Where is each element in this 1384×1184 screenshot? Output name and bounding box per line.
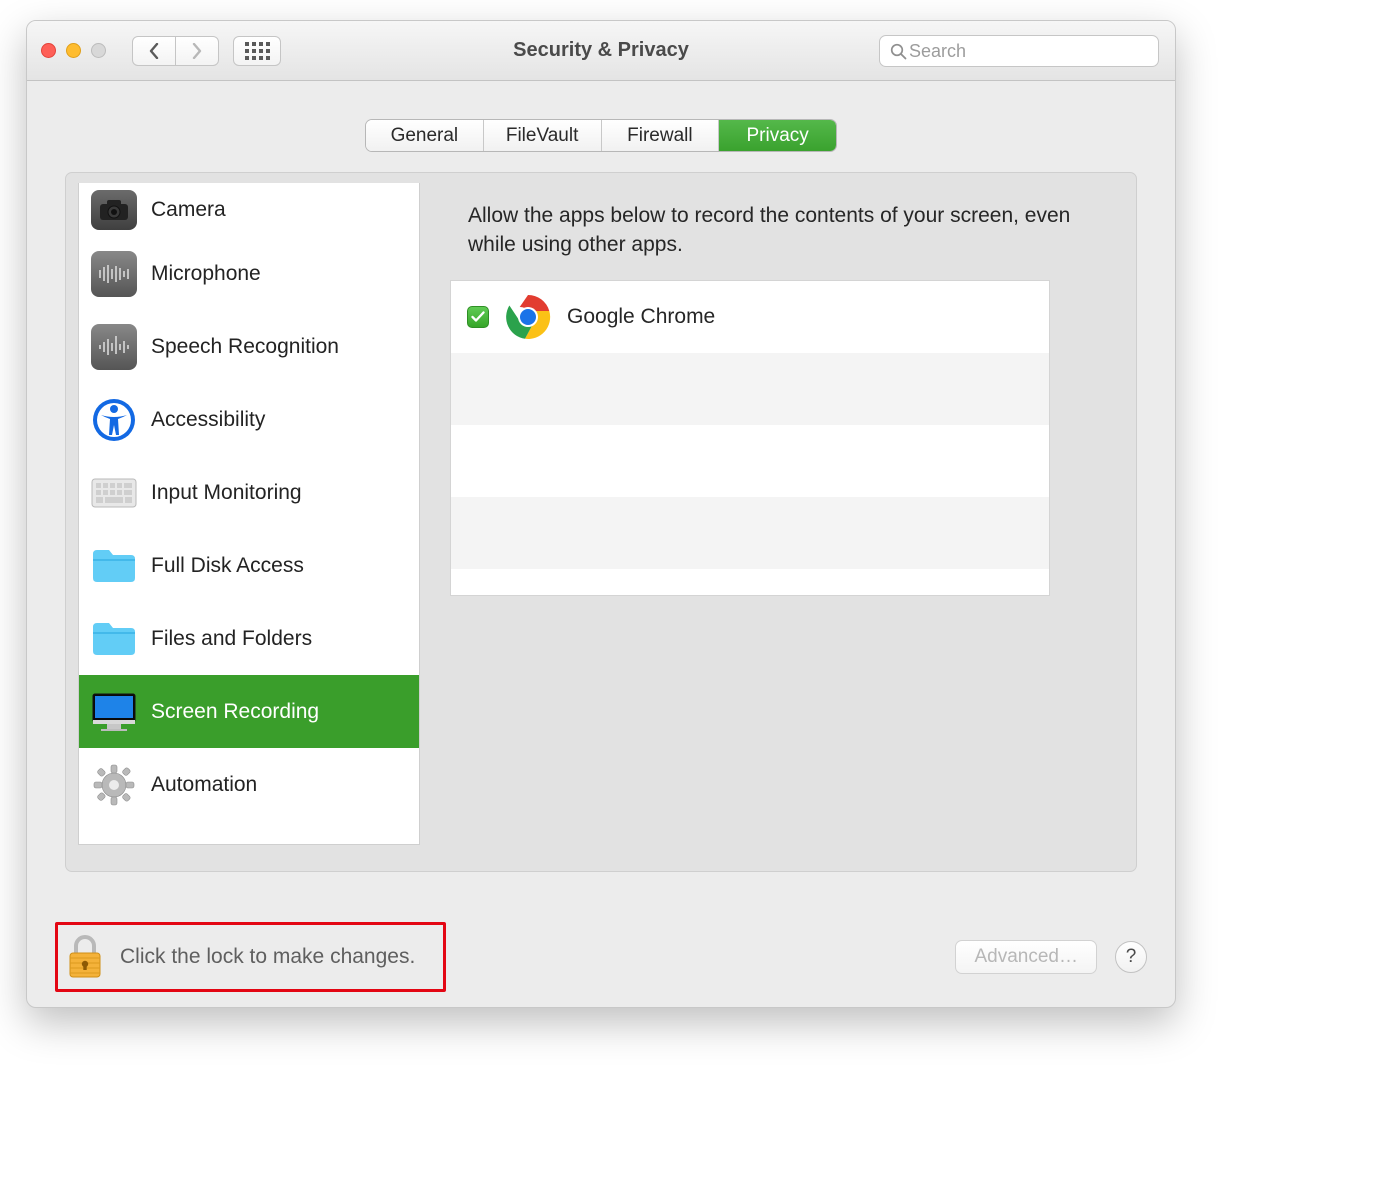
chevron-right-icon (192, 43, 202, 59)
privacy-category-list[interactable]: Camera Microphone (78, 183, 420, 845)
accessibility-icon (91, 397, 137, 443)
search-icon (890, 43, 907, 60)
sidebar-item-microphone[interactable]: Microphone (79, 237, 419, 310)
tab-privacy[interactable]: Privacy (719, 120, 836, 151)
titlebar: Security & Privacy (27, 21, 1175, 81)
sidebar-item-label: Screen Recording (151, 700, 319, 724)
sidebar-item-full-disk-access[interactable]: Full Disk Access (79, 529, 419, 602)
microphone-icon (91, 251, 137, 297)
lock-text: Click the lock to make changes. (120, 945, 415, 969)
search-field[interactable] (879, 35, 1159, 67)
detail-description: Allow the apps below to record the conte… (468, 201, 1106, 260)
sidebar-item-files-and-folders[interactable]: Files and Folders (79, 602, 419, 675)
minimize-window-button[interactable] (66, 43, 81, 58)
gear-icon (91, 762, 137, 808)
app-row-empty (451, 497, 1049, 569)
folder-icon (91, 616, 137, 662)
forward-button (175, 36, 219, 66)
sidebar-item-label: Full Disk Access (151, 554, 304, 578)
grid-icon (245, 42, 270, 60)
advanced-button-label: Advanced… (974, 946, 1078, 968)
lock-area[interactable]: Click the lock to make changes. (55, 922, 446, 992)
sidebar-item-label: Input Monitoring (151, 481, 302, 505)
sidebar-item-automation[interactable]: Automation (79, 748, 419, 821)
speech-icon (91, 324, 137, 370)
check-icon (471, 311, 485, 323)
content-panel: Camera Microphone (65, 172, 1137, 872)
zoom-window-button (91, 43, 106, 58)
sidebar-item-screen-recording[interactable]: Screen Recording (79, 675, 419, 748)
search-input[interactable] (907, 40, 1148, 63)
display-icon (91, 689, 137, 735)
sidebar-item-accessibility[interactable]: Accessibility (79, 383, 419, 456)
camera-icon (91, 190, 137, 230)
tab-label: Privacy (746, 125, 808, 147)
close-window-button[interactable] (41, 43, 56, 58)
chrome-icon (505, 294, 551, 340)
sidebar-item-label: Accessibility (151, 408, 265, 432)
tab-general[interactable]: General (366, 120, 484, 151)
sidebar-item-label: Camera (151, 198, 226, 222)
advanced-button: Advanced… (955, 940, 1097, 974)
app-row-empty (451, 569, 1049, 596)
nav-buttons (132, 36, 219, 66)
sidebar-item-camera[interactable]: Camera (79, 183, 419, 237)
keyboard-icon (91, 470, 137, 516)
sidebar-item-label: Files and Folders (151, 627, 312, 651)
window-controls (41, 43, 106, 58)
tab-label: FileVault (506, 125, 579, 147)
sidebar-item-speech-recognition[interactable]: Speech Recognition (79, 310, 419, 383)
preferences-window: Security & Privacy General FileVault Fir… (26, 20, 1176, 1008)
app-permission-list[interactable]: Google Chrome (450, 280, 1050, 596)
tabs: General FileVault Firewall Privacy (365, 119, 837, 152)
detail-pane: Allow the apps below to record the conte… (450, 183, 1124, 845)
help-button[interactable]: ? (1115, 941, 1147, 973)
sidebar-item-label: Speech Recognition (151, 335, 339, 359)
tab-bar: General FileVault Firewall Privacy (27, 119, 1175, 152)
app-row-empty (451, 425, 1049, 497)
folder-icon (91, 543, 137, 589)
app-name: Google Chrome (567, 305, 715, 329)
tab-label: Firewall (627, 125, 692, 147)
chevron-left-icon (149, 43, 159, 59)
tab-filevault[interactable]: FileVault (484, 120, 602, 151)
help-button-label: ? (1126, 946, 1137, 968)
app-row-google-chrome[interactable]: Google Chrome (451, 281, 1049, 353)
sidebar-item-input-monitoring[interactable]: Input Monitoring (79, 456, 419, 529)
tab-firewall[interactable]: Firewall (602, 120, 720, 151)
show-all-button[interactable] (233, 36, 281, 66)
app-checkbox[interactable] (467, 306, 489, 328)
app-row-empty (451, 353, 1049, 425)
footer: Click the lock to make changes. Advanced… (27, 907, 1175, 1007)
back-button[interactable] (132, 36, 176, 66)
sidebar-item-label: Microphone (151, 262, 261, 286)
tab-label: General (391, 125, 459, 147)
lock-icon (68, 935, 102, 979)
sidebar-item-label: Automation (151, 773, 257, 797)
